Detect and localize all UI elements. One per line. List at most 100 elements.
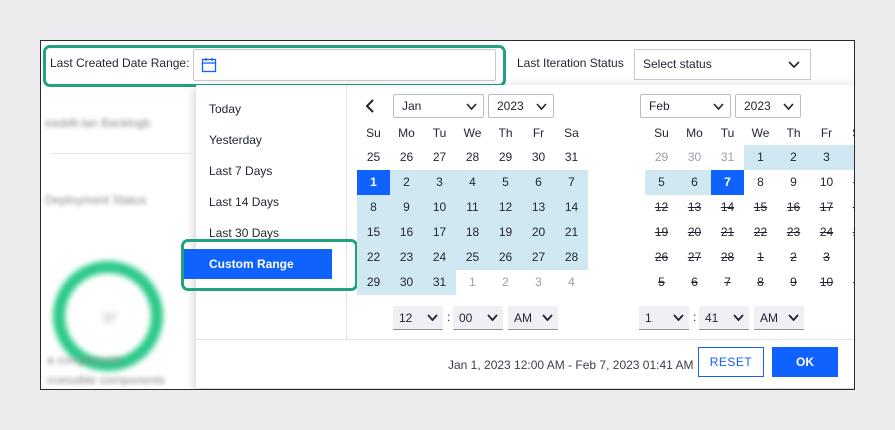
month-select-left[interactable]: Jan xyxy=(393,94,484,118)
calendar-day[interactable]: 18 xyxy=(456,220,489,245)
calendar-day[interactable]: 8 xyxy=(357,195,390,220)
calendar-day[interactable]: 28 xyxy=(456,145,489,170)
calendar-day[interactable]: 3 xyxy=(810,145,843,170)
weekday-label: Tu xyxy=(720,126,735,140)
calendar-day[interactable]: 20 xyxy=(522,220,555,245)
calendar-day[interactable]: 5 xyxy=(645,170,678,195)
calendar-day[interactable]: 26 xyxy=(390,145,423,170)
range-custom[interactable]: Custom Range xyxy=(183,249,332,279)
calendar-day[interactable]: 25 xyxy=(357,145,390,170)
weekday-label: Su xyxy=(654,126,669,140)
date-range-input[interactable] xyxy=(193,49,496,81)
status-label: Last Iteration Status xyxy=(517,56,624,70)
year-value: 2023 xyxy=(744,99,771,113)
weekday-label: Fr xyxy=(820,126,833,140)
calendar-day: 16 xyxy=(786,200,801,214)
calendar-day[interactable]: 15 xyxy=(357,220,390,245)
date-range-label: Last Created Date Range: xyxy=(50,56,190,70)
calendar-left: Jan 2023 Su Mo Tu We Th Fr Sa 25 26 27 28 29 30 31 1 2… xyxy=(347,85,609,339)
calendar-day[interactable]: 29 xyxy=(357,270,390,295)
minute-select-left[interactable]: 00 xyxy=(453,306,503,330)
calendar-day[interactable]: 3 xyxy=(423,170,456,195)
calendar-day[interactable]: 7 xyxy=(711,170,744,195)
calendar-day[interactable]: 6 xyxy=(522,170,555,195)
chevron-down-icon xyxy=(536,103,547,111)
calendar-day[interactable]: 5 xyxy=(489,170,522,195)
calendar-day[interactable]: 28 xyxy=(555,245,588,270)
calendar-day[interactable]: 1 xyxy=(456,270,489,295)
calendar-day[interactable]: 9 xyxy=(777,170,810,195)
calendar-day[interactable]: 25 xyxy=(456,245,489,270)
weekday-label: Fr xyxy=(532,126,545,140)
range-last-7-days[interactable]: Last 7 Days xyxy=(209,164,272,178)
range-last-14-days[interactable]: Last 14 Days xyxy=(209,195,279,209)
calendar-day[interactable]: 3 xyxy=(522,270,555,295)
date-range-picker: Today Yesterday Last 7 Days Last 14 Days… xyxy=(181,85,854,388)
reset-button[interactable]: RESET xyxy=(698,347,764,377)
minute-select-right[interactable]: 41 xyxy=(699,306,749,330)
calendar-day[interactable]: 4 xyxy=(555,270,588,295)
calendar-day[interactable]: 31 xyxy=(555,145,588,170)
calendar-day[interactable]: 26 xyxy=(489,245,522,270)
calendar-day[interactable]: 16 xyxy=(390,220,423,245)
calendar-day: 9 xyxy=(790,275,797,289)
calendar-day[interactable]: 29 xyxy=(489,145,522,170)
ampm-value: AM xyxy=(760,311,778,325)
calendar-day[interactable]: 30 xyxy=(390,270,423,295)
calendar-day[interactable]: 31 xyxy=(711,145,744,170)
weekday-label: Sa xyxy=(564,126,579,140)
calendar-day[interactable]: 30 xyxy=(678,145,711,170)
calendar-day[interactable]: 31 xyxy=(423,270,456,295)
calendar-day[interactable]: 6 xyxy=(678,170,711,195)
chevron-down-icon xyxy=(788,314,799,322)
ok-button[interactable]: OK xyxy=(772,347,838,377)
calendar-day: 22 xyxy=(753,225,768,239)
calendar-day[interactable]: 4 xyxy=(843,145,854,170)
calendar-day[interactable]: 19 xyxy=(489,220,522,245)
calendar-day[interactable]: 8 xyxy=(744,170,777,195)
year-select-left[interactable]: 2023 xyxy=(488,94,554,118)
ampm-select-left[interactable]: AM xyxy=(508,306,558,330)
weekday-label: Su xyxy=(366,126,381,140)
calendar-day[interactable]: 2 xyxy=(777,145,810,170)
calendar-day[interactable]: 4 xyxy=(456,170,489,195)
time-separator: : xyxy=(447,310,451,324)
calendar-day[interactable]: 21 xyxy=(555,220,588,245)
calendar-day[interactable]: 2 xyxy=(390,170,423,195)
calendar-day[interactable]: 10 xyxy=(810,170,843,195)
calendar-day[interactable]: 29 xyxy=(645,145,678,170)
calendar-day[interactable]: 24 xyxy=(423,245,456,270)
year-select-right[interactable]: 2023 xyxy=(735,94,801,118)
calendar-day[interactable]: 23 xyxy=(390,245,423,270)
range-last-30-days[interactable]: Last 30 Days xyxy=(209,226,279,240)
calendar-day[interactable]: 14 xyxy=(555,195,588,220)
hour-select-left[interactable]: 12 xyxy=(393,306,443,330)
hour-select-right[interactable]: 1 xyxy=(639,306,689,330)
chevron-down-icon xyxy=(788,61,800,69)
range-yesterday[interactable]: Yesterday xyxy=(209,133,262,147)
calendar-day: 10 xyxy=(819,275,834,289)
calendar-day[interactable]: 10 xyxy=(423,195,456,220)
calendar-day[interactable]: 12 xyxy=(489,195,522,220)
calendar-day[interactable]: 30 xyxy=(522,145,555,170)
calendar-day[interactable]: 27 xyxy=(423,145,456,170)
ampm-select-right[interactable]: AM xyxy=(754,306,804,330)
calendar-day[interactable]: 13 xyxy=(522,195,555,220)
chevron-left-icon[interactable] xyxy=(365,99,375,113)
calendar-day[interactable]: 1 xyxy=(357,170,390,195)
calendar-day: 11 xyxy=(843,270,854,295)
calendar-day[interactable]: 17 xyxy=(423,220,456,245)
weekday-label: We xyxy=(463,126,482,140)
calendar-day[interactable]: 9 xyxy=(390,195,423,220)
calendar-day[interactable]: 1 xyxy=(744,145,777,170)
time-separator: : xyxy=(693,310,697,324)
calendar-day[interactable]: 27 xyxy=(522,245,555,270)
calendar-right: Feb 2023 SuMoTuWeThFrSa 2930311234567891… xyxy=(609,85,854,339)
calendar-day[interactable]: 11 xyxy=(456,195,489,220)
month-select-right[interactable]: Feb xyxy=(640,94,731,118)
range-today[interactable]: Today xyxy=(209,102,241,116)
calendar-day[interactable]: 2 xyxy=(489,270,522,295)
calendar-day[interactable]: 7 xyxy=(555,170,588,195)
status-select[interactable]: Select status xyxy=(634,49,811,80)
calendar-day[interactable]: 22 xyxy=(357,245,390,270)
